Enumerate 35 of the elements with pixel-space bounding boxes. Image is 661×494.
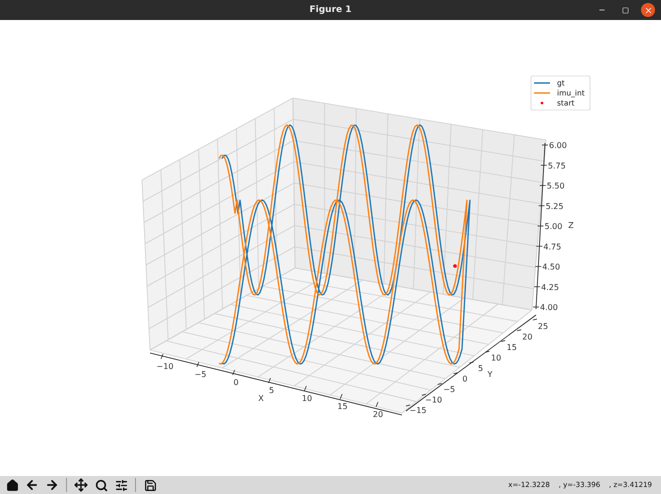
legend-box <box>530 76 590 110</box>
start-marker <box>453 264 457 268</box>
tick-label: −10 <box>156 362 174 371</box>
tick-label: 4.00 <box>540 303 558 312</box>
tick-label: 0 <box>462 374 468 384</box>
tick-label: 25 <box>538 322 548 331</box>
tick-label: 4.75 <box>543 242 562 252</box>
tick-label: 15 <box>337 402 348 411</box>
tick-label: 10 <box>491 354 502 362</box>
tick-label: −5 <box>194 370 206 379</box>
tick-label: 20 <box>372 410 384 419</box>
tick-label: 5.25 <box>546 202 564 211</box>
tick-label: Z <box>568 221 574 230</box>
tick-label: 5 <box>478 364 484 373</box>
tick-label: 15 <box>506 343 517 352</box>
tick-label: −10 <box>425 396 442 404</box>
close-button[interactable] <box>641 3 655 17</box>
tick-label: 4.25 <box>541 282 559 292</box>
tick-label: 10 <box>302 394 312 403</box>
tick-label: 4.50 <box>542 262 560 272</box>
pan-button[interactable] <box>72 477 90 493</box>
tick-label: 5.50 <box>546 182 565 190</box>
tick-label: −5 <box>443 385 456 394</box>
tick-label: 5 <box>268 386 274 395</box>
maximize-icon <box>622 6 628 14</box>
tick-label: −15 <box>410 406 426 415</box>
close-icon <box>644 6 652 14</box>
tick-label: X <box>258 394 264 403</box>
tick-label: Y <box>488 370 492 379</box>
window-title: Figure 1 <box>309 5 352 15</box>
tick-label: 5.75 <box>548 161 566 170</box>
tick-label: 0 <box>233 378 239 387</box>
tick-label: 5.00 <box>544 222 562 231</box>
tick-label: 20 <box>522 332 532 342</box>
tick-label: 6.00 <box>549 141 567 150</box>
